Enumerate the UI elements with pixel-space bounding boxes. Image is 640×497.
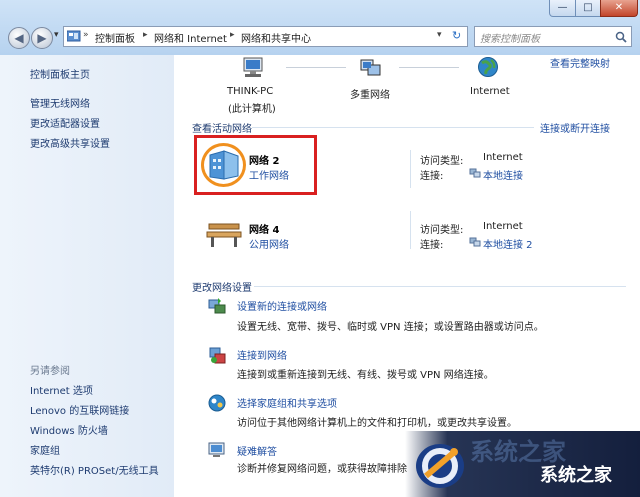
map-node-internet-name: Internet bbox=[470, 86, 510, 97]
search-icon[interactable] bbox=[615, 31, 627, 43]
minimize-button[interactable]: — bbox=[549, 0, 576, 17]
connect-disconnect-link[interactable]: 连接或断开连接 bbox=[540, 120, 610, 135]
homegroup-icon bbox=[208, 394, 226, 412]
view-full-map-link[interactable]: 查看完整映射 bbox=[550, 55, 610, 70]
computer-icon bbox=[243, 57, 263, 77]
network-icon bbox=[360, 59, 381, 76]
network-2-access-value: Internet bbox=[483, 152, 523, 163]
sidebar: 控制面板主页 管理无线网络 更改适配器设置 更改高级共享设置 另请参阅 Inte… bbox=[0, 55, 174, 497]
connect-network-icon bbox=[209, 347, 226, 364]
breadcrumb-separator[interactable]: ▸ bbox=[143, 30, 148, 40]
network-2-connection-label: 连接: bbox=[420, 171, 444, 182]
forward-button[interactable]: ▶ bbox=[31, 27, 53, 49]
watermark-text: 系统之家 bbox=[540, 465, 612, 486]
control-panel-icon bbox=[67, 30, 81, 42]
see-also-homegroup[interactable]: 家庭组 bbox=[30, 442, 60, 457]
network-4-connection-link[interactable]: 本地连接 2 bbox=[483, 236, 533, 251]
divider bbox=[410, 211, 411, 249]
network-2-name: 网络 2 bbox=[249, 156, 280, 167]
see-also-heading: 另请参阅 bbox=[30, 366, 70, 377]
setup-new-connection-link[interactable]: 设置新的连接或网络 bbox=[237, 298, 327, 313]
recent-pages-dropdown[interactable]: ▾ bbox=[54, 30, 59, 40]
ethernet-icon bbox=[469, 237, 481, 247]
homegroup-sharing-link[interactable]: 选择家庭组和共享选项 bbox=[237, 395, 337, 410]
map-node-network-name: 多重网络 bbox=[350, 90, 390, 101]
active-networks-heading: 查看活动网络 bbox=[192, 124, 252, 135]
globe-icon bbox=[478, 57, 498, 77]
breadcrumb-control-panel[interactable]: 控制面板 bbox=[95, 30, 135, 45]
watermark-logo-icon bbox=[416, 444, 464, 488]
troubleshoot-icon bbox=[208, 442, 225, 457]
change-settings-heading: 更改网络设置 bbox=[192, 283, 252, 294]
public-bench-icon bbox=[206, 223, 242, 247]
troubleshoot-link[interactable]: 疑难解答 bbox=[237, 443, 277, 458]
see-also-intel-proset[interactable]: 英特尔(R) PROSet/无线工具 bbox=[30, 462, 159, 477]
sidebar-item-adapter-settings[interactable]: 更改适配器设置 bbox=[30, 115, 100, 130]
maximize-button[interactable]: □ bbox=[575, 0, 601, 17]
address-bar[interactable]: » 控制面板 ▸ 网络和 Internet ▸ 网络和共享中心 ▾ ↻ bbox=[63, 26, 468, 47]
back-button[interactable]: ◀ bbox=[8, 27, 30, 49]
divider bbox=[410, 150, 411, 188]
address-dropdown[interactable]: ▾ bbox=[437, 30, 442, 40]
sidebar-home-link[interactable]: 控制面板主页 bbox=[30, 66, 90, 81]
map-connector bbox=[399, 67, 459, 68]
network-4-type-link[interactable]: 公用网络 bbox=[249, 236, 289, 251]
close-button[interactable]: ✕ bbox=[600, 0, 638, 17]
map-node-computer-sub: (此计算机) bbox=[228, 104, 276, 115]
network-4-connection-label: 连接: bbox=[420, 240, 444, 251]
network-4-name: 网络 4 bbox=[249, 225, 280, 236]
see-also-firewall[interactable]: Windows 防火墙 bbox=[30, 422, 108, 437]
see-also-internet-options[interactable]: Internet 选项 bbox=[30, 382, 93, 397]
breadcrumb-separator[interactable]: ▸ bbox=[230, 30, 235, 40]
sidebar-item-manage-wireless[interactable]: 管理无线网络 bbox=[30, 95, 90, 110]
sidebar-item-advanced-sharing[interactable]: 更改高级共享设置 bbox=[30, 135, 110, 150]
homegroup-sharing-desc: 访问位于其他网络计算机上的文件和打印机，或更改共享设置。 bbox=[237, 418, 517, 429]
breadcrumb-network-internet[interactable]: 网络和 Internet bbox=[154, 30, 227, 45]
search-input[interactable]: 搜索控制面板 bbox=[480, 30, 540, 45]
troubleshoot-desc: 诊断并修复网络问题，或获得故障排除 bbox=[237, 464, 407, 475]
network-4-access-label: 访问类型: bbox=[420, 225, 464, 236]
network-2-connection-link[interactable]: 本地连接 bbox=[483, 167, 523, 182]
new-connection-icon bbox=[208, 298, 226, 314]
breadcrumb-root[interactable]: » bbox=[83, 30, 89, 40]
divider bbox=[252, 127, 534, 128]
divider bbox=[254, 286, 626, 287]
network-2-type-link[interactable]: 工作网络 bbox=[249, 167, 289, 182]
ethernet-icon bbox=[469, 168, 481, 178]
map-connector bbox=[286, 67, 346, 68]
connect-to-network-desc: 连接到或重新连接到无线、有线、拨号或 VPN 网络连接。 bbox=[237, 370, 494, 381]
search-box[interactable]: 搜索控制面板 bbox=[474, 26, 632, 47]
network-4-access-value: Internet bbox=[483, 221, 523, 232]
setup-new-connection-desc: 设置无线、宽带、拨号、临时或 VPN 连接；或设置路由器或访问点。 bbox=[237, 322, 544, 333]
see-also-lenovo-link[interactable]: Lenovo 的互联网链接 bbox=[30, 402, 129, 417]
breadcrumb-sharing-center[interactable]: 网络和共享中心 bbox=[241, 30, 311, 45]
connect-to-network-link[interactable]: 连接到网络 bbox=[237, 347, 287, 362]
refresh-icon[interactable]: ↻ bbox=[452, 29, 461, 42]
map-node-computer-name: THINK-PC bbox=[227, 86, 274, 97]
network-2-access-label: 访问类型: bbox=[420, 156, 464, 167]
work-network-icon bbox=[209, 150, 239, 180]
